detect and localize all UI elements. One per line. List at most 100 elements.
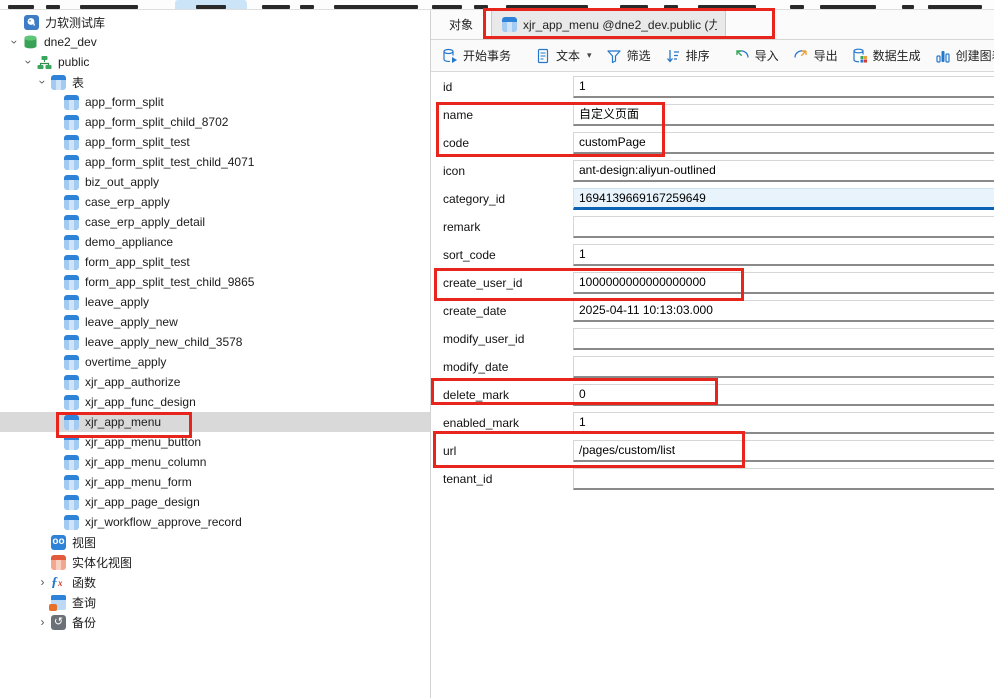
field-value-input[interactable]: 1 — [573, 76, 994, 98]
table-icon — [64, 495, 79, 510]
field-label: tenant_id — [431, 472, 573, 486]
begin-transaction-button[interactable]: 开始事务 — [435, 43, 518, 68]
tree-node-label: leave_apply — [85, 295, 149, 309]
record-field-row-name: name 自定义页面 — [431, 101, 994, 129]
field-value-input[interactable]: 0 — [573, 384, 994, 406]
tree-node-table-case_erp_apply_detail[interactable]: case_erp_apply_detail — [0, 212, 430, 232]
field-label: modify_user_id — [431, 332, 573, 346]
tree-node-label: 视图 — [72, 534, 96, 551]
tree-node-label: xjr_app_menu — [85, 415, 161, 429]
tree-node-backups[interactable]: › ↺ 备份 — [0, 612, 430, 632]
tree-node-label: xjr_app_authorize — [85, 375, 180, 389]
tree-node-table-leave_apply_new_child_3578[interactable]: leave_apply_new_child_3578 — [0, 332, 430, 352]
tree-node-table-app_form_split_test[interactable]: app_form_split_test — [0, 132, 430, 152]
chevron-expanded-icon[interactable]: › — [23, 56, 35, 69]
tree-node-table-form_app_split_test_child_9865[interactable]: form_app_split_test_child_9865 — [0, 272, 430, 292]
tree-node-materialized-views[interactable]: › 实体化视图 — [0, 552, 430, 572]
tree-node-label: app_form_split_test — [85, 135, 190, 149]
chevron-expanded-icon[interactable]: › — [9, 36, 21, 49]
tree-node-label: 实体化视图 — [72, 554, 132, 571]
tree-node-table-demo_appliance[interactable]: demo_appliance — [0, 232, 430, 252]
tree-node-table-xjr_app_func_design[interactable]: xjr_app_func_design — [0, 392, 430, 412]
import-icon — [734, 48, 750, 64]
table-icon — [64, 415, 79, 430]
tree-node-table-leave_apply_new[interactable]: leave_apply_new — [0, 312, 430, 332]
filter-button[interactable]: 筛选 — [599, 43, 658, 68]
tree-node-table-app_form_split_child_8702[interactable]: app_form_split_child_8702 — [0, 112, 430, 132]
tree-node-table-overtime_apply[interactable]: overtime_apply — [0, 352, 430, 372]
navicat-window: 力软测试库 › dne2_dev › public › 表 app_form_s… — [0, 0, 994, 698]
chevron-collapsed-icon[interactable]: › — [36, 576, 49, 588]
tree-node-table-form_app_split_test[interactable]: form_app_split_test — [0, 252, 430, 272]
field-label: name — [431, 108, 573, 122]
field-value-input[interactable]: 2025-04-11 10:13:03.000 — [573, 300, 994, 322]
field-value-input[interactable] — [573, 356, 994, 378]
tree-node-label: app_form_split_child_8702 — [85, 115, 228, 129]
tree-node-label: leave_apply_new — [85, 315, 178, 329]
field-value-input[interactable]: ant-design:aliyun-outlined — [573, 160, 994, 182]
tree-node-table-xjr_app_page_design[interactable]: xjr_app_page_design — [0, 492, 430, 512]
export-button[interactable]: 导出 — [786, 43, 845, 68]
field-value-input[interactable] — [573, 216, 994, 238]
tree-node-table-app_form_split_test_child_4071[interactable]: app_form_split_test_child_4071 — [0, 152, 430, 172]
table-icon — [64, 295, 79, 310]
table-icon — [64, 435, 79, 450]
import-button[interactable]: 导入 — [727, 43, 786, 68]
table-icon — [64, 135, 79, 150]
record-field-row-create_user_id: create_user_id 1000000000000000000 — [431, 269, 994, 297]
backups-icon: ↺ — [51, 615, 66, 630]
tree-node-table-case_erp_apply[interactable]: case_erp_apply — [0, 192, 430, 212]
tree-node-connection[interactable]: 力软测试库 — [0, 12, 430, 32]
table-icon — [64, 335, 79, 350]
tree-node-table-leave_apply[interactable]: leave_apply — [0, 292, 430, 312]
field-value-input[interactable] — [573, 468, 994, 490]
tree-node-tables-folder[interactable]: › 表 — [0, 72, 430, 92]
field-value-input[interactable] — [573, 328, 994, 350]
tree-node-table-xjr_app_menu_column[interactable]: xjr_app_menu_column — [0, 452, 430, 472]
tab-objects[interactable]: 对象 — [431, 10, 491, 39]
tree-node-table-xjr_app_menu_form[interactable]: xjr_app_menu_form — [0, 472, 430, 492]
tree-node-table-xjr_workflow_approve_record[interactable]: xjr_workflow_approve_record — [0, 512, 430, 532]
tab-table-xjr-app-menu[interactable]: xjr_app_menu @dne2_dev.public (力... — [491, 10, 726, 39]
field-label: modify_date — [431, 360, 573, 374]
create-chart-button[interactable]: 创建图表 — [928, 43, 994, 68]
record-field-row-enabled_mark: enabled_mark 1 — [431, 409, 994, 437]
field-value-input[interactable]: customPage — [573, 132, 994, 154]
sort-button[interactable]: 排序 — [658, 43, 717, 68]
tree-node-table-xjr_app_authorize[interactable]: xjr_app_authorize — [0, 372, 430, 392]
tree-node-label: biz_out_apply — [85, 175, 159, 189]
tree-node-label: xjr_app_menu_column — [85, 455, 206, 469]
tree-node-label: public — [58, 55, 89, 69]
field-value-input[interactable]: 1000000000000000000 — [573, 272, 994, 294]
field-value-input[interactable]: /pages/custom/list — [573, 440, 994, 462]
export-icon — [793, 48, 809, 64]
tree-node-database[interactable]: › dne2_dev — [0, 32, 430, 52]
tree-node-label: xjr_app_menu_form — [85, 475, 192, 489]
tree-node-table-xjr_app_menu[interactable]: xjr_app_menu — [0, 412, 430, 432]
data-generation-icon — [852, 48, 868, 64]
tree-node-table-xjr_app_menu_button[interactable]: xjr_app_menu_button — [0, 432, 430, 452]
chevron-collapsed-icon[interactable]: › — [36, 616, 49, 628]
tree-node-functions[interactable]: › ƒx 函数 — [0, 572, 430, 592]
tree-node-schema[interactable]: › public — [0, 52, 430, 72]
field-value-input[interactable]: 自定义页面 — [573, 104, 994, 126]
tree-node-views[interactable]: › oo 视图 — [0, 532, 430, 552]
connection-tree: 力软测试库 › dne2_dev › public › 表 app_form_s… — [0, 10, 431, 698]
data-toolbar: 开始事务 文本 ▾ 筛选 排序 — [431, 40, 994, 72]
chevron-expanded-icon[interactable]: › — [37, 76, 49, 89]
data-generation-button[interactable]: 数据生成 — [845, 43, 928, 68]
field-label: remark — [431, 220, 573, 234]
text-view-button[interactable]: 文本 ▾ — [528, 43, 599, 68]
field-value-input[interactable]: 1694139669167259649 — [573, 188, 994, 210]
table-icon — [64, 395, 79, 410]
table-icon — [64, 95, 79, 110]
tree-node-label: app_form_split — [85, 95, 164, 109]
table-icon — [502, 17, 517, 32]
tree-node-table-biz_out_apply[interactable]: biz_out_apply — [0, 172, 430, 192]
field-label: id — [431, 80, 573, 94]
tree-node-table-app_form_split[interactable]: app_form_split — [0, 92, 430, 112]
field-value-input[interactable]: 1 — [573, 412, 994, 434]
record-field-row-remark: remark — [431, 213, 994, 241]
field-value-input[interactable]: 1 — [573, 244, 994, 266]
tree-node-queries[interactable]: › 查询 — [0, 592, 430, 612]
